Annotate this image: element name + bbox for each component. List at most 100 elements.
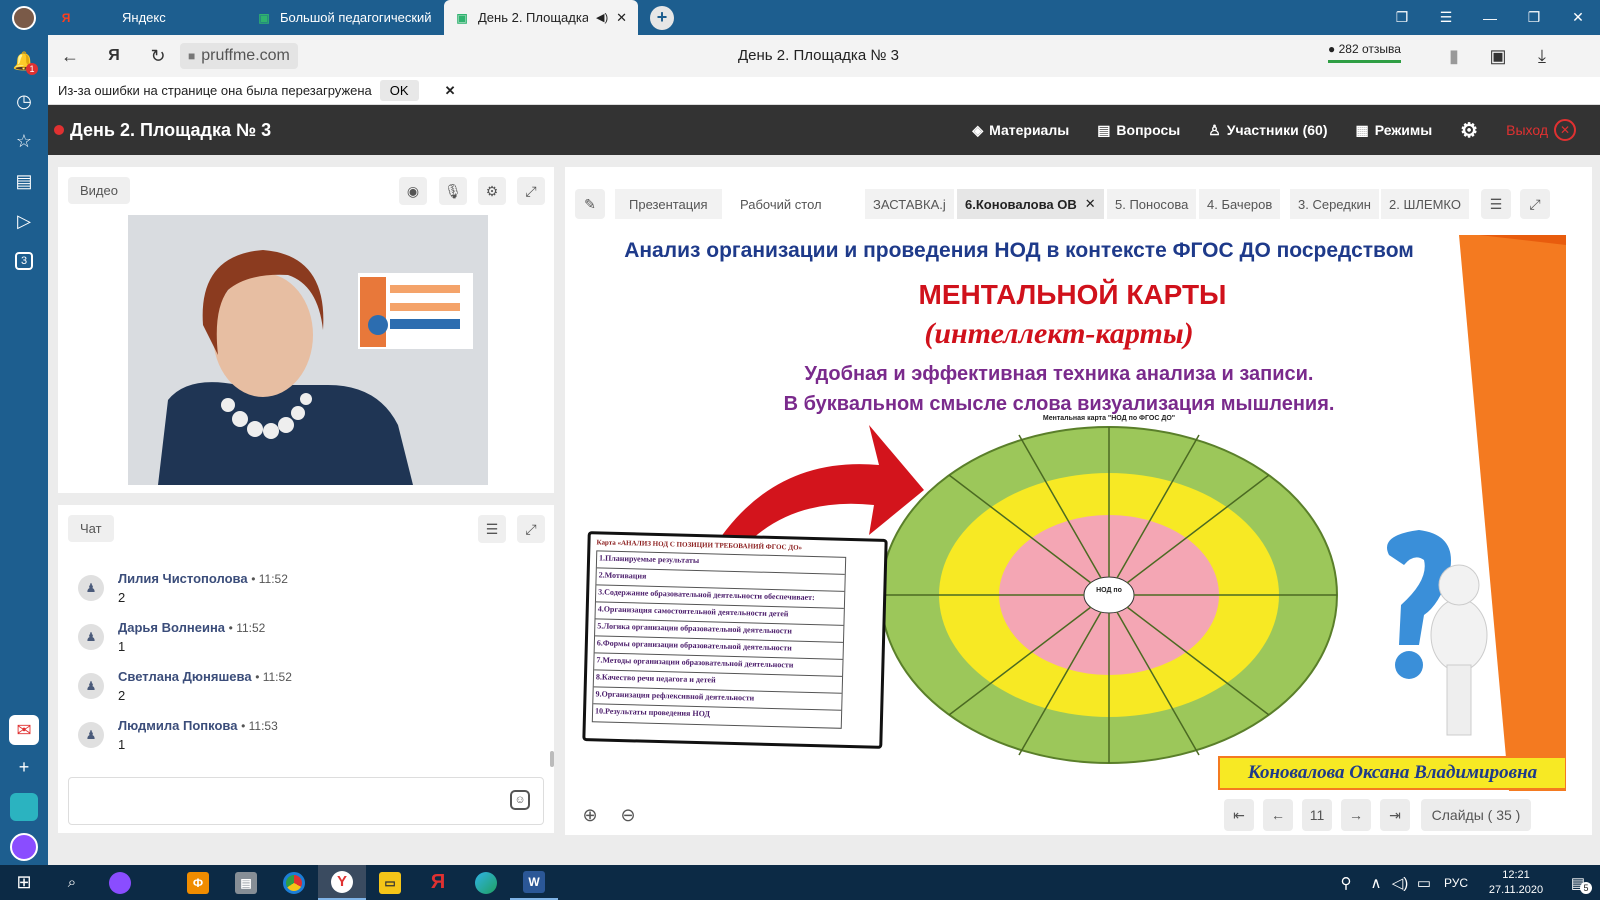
new-tab-button[interactable]: + [638,0,686,35]
volume-icon[interactable]: ◁) [1388,865,1412,900]
slides-count-button[interactable]: Слайды ( 35 ) [1421,799,1531,831]
search-icon[interactable]: ⌕ [48,865,96,900]
file-tab[interactable]: 4. Бачеров [1199,189,1281,219]
tab-current[interactable]: ▣ День 2. Площадка № ◀) ✕ [444,0,638,35]
prev-slide-icon[interactable]: ← [1263,799,1293,831]
slide: Анализ организации и проведения НОД в ко… [579,235,1566,791]
history-icon[interactable]: ◷ [8,83,40,119]
mind-map-center: НОД по [1096,587,1122,594]
collections-button-icon[interactable]: ▣ [1476,35,1520,77]
error-message: Из-за ошибки на странице она была переза… [58,83,372,98]
file-tab-active[interactable]: 6.Коновалова ОВ ✕ [957,189,1104,219]
tab-presentation[interactable]: Презентация [615,189,722,219]
back-icon[interactable]: ← [48,35,92,77]
user-avatar-icon: ♟ [78,673,104,699]
chrome-icon[interactable] [270,865,318,900]
expand-video-icon[interactable]: ⤢ [517,177,545,205]
file-explorer-icon[interactable]: ▭ [366,865,414,900]
modes-button[interactable]: ▦ Режимы [1356,122,1433,139]
exit-button[interactable]: Выход ✕ [1506,119,1576,141]
message-author[interactable]: Светлана Дюняшева [118,669,252,684]
yandex-browser-icon[interactable]: Y [318,865,366,900]
pen-icon[interactable]: ✎ [575,189,605,219]
chat-scrollbar[interactable] [550,751,554,767]
yandex-icon: Я [61,10,71,25]
notifications-icon[interactable]: ▤ 5 [1556,865,1600,900]
tab-yandex[interactable]: Я Яндекс [48,0,246,35]
zoom-out-icon[interactable]: ⊖ [613,799,643,831]
profile-avatar[interactable] [0,0,48,35]
participants-button[interactable]: ♙ Участники (60) [1208,122,1327,139]
collections-icon[interactable]: ▤ [8,163,40,199]
next-slide-icon[interactable]: → [1341,799,1371,831]
tab-desktop[interactable]: Рабочий стол [730,189,832,219]
tray-expand-icon[interactable]: ∧ [1364,865,1388,900]
language-indicator[interactable]: РУС [1436,865,1476,900]
menu-icon[interactable]: ☰ [1424,0,1468,35]
expand-presentation-icon[interactable]: ⤢ [1520,189,1550,219]
message-author[interactable]: Людмила Попкова [118,718,237,733]
tabs-icon[interactable]: ❐ [1380,0,1424,35]
message-text: 1 [118,639,126,654]
file-tab[interactable]: 3. Середкин [1290,189,1379,219]
add-icon[interactable]: + [8,749,40,785]
tab-pedagogical[interactable]: ▣ Большой педагогический [246,0,444,35]
video-settings-icon[interactable]: ⚙ [478,177,506,205]
sidebar-badge[interactable]: 3 [8,243,40,279]
alice-icon[interactable] [8,829,40,865]
file-menu-icon[interactable]: ☰ [1481,189,1511,219]
slide-title-line3: (интеллект-карты) [924,317,1194,350]
reviews-badge[interactable]: ● 282 отзыва [1328,42,1401,63]
last-slide-icon[interactable]: ⇥ [1380,799,1410,831]
ofd-app-icon[interactable]: Ф [174,865,222,900]
url-field[interactable]: ■ pruffme.com [180,43,298,69]
speaker-icon[interactable]: ◀) [596,11,608,24]
close-tab-icon[interactable]: ✕ [616,10,627,26]
message-text: 2 [118,590,126,605]
edge-icon[interactable] [462,865,510,900]
messenger-icon[interactable] [8,789,40,825]
chat-panel: Чат ☰ ⤢ ♟ Лилия Чистополова • 11:52 2 ♟ … [58,505,554,833]
microphone-icon[interactable]: 🎙 [439,177,467,205]
yandex-taskbar-icon[interactable]: Я [414,865,462,900]
notification-badge: 1 [26,63,38,75]
printer-app-icon[interactable]: ▤ [222,865,270,900]
clock[interactable]: 12:21 27.11.2020 [1476,868,1556,898]
file-tab[interactable]: 2. ШЛЕМКО [1381,189,1469,219]
play-icon[interactable]: ▷ [8,203,40,239]
materials-button[interactable]: ◈ Материалы [972,122,1069,139]
emoji-icon[interactable]: ☺ [510,790,530,810]
grid-icon: ▦ [1355,121,1369,138]
ok-button[interactable]: OK [379,80,419,101]
windows-start-icon[interactable]: ⊞ [0,865,48,900]
file-tab[interactable]: ЗАСТАВКА.j [865,189,954,219]
close-infobar-icon[interactable]: ✕ [445,83,456,99]
message-author[interactable]: Лилия Чистополова [118,571,248,586]
mail-icon[interactable]: ✉ [9,715,39,745]
yandex-home-icon[interactable]: Я [92,35,136,77]
expand-chat-icon[interactable]: ⤢ [517,515,545,543]
restore-icon[interactable]: ❐ [1512,0,1556,35]
minimize-icon[interactable]: — [1468,0,1512,35]
download-icon[interactable]: ⤓ [1520,35,1564,77]
bookmark-icon[interactable]: ▮ [1432,35,1476,77]
settings-icon[interactable]: ⚙ [1460,118,1478,143]
star-icon[interactable]: ☆ [8,123,40,159]
word-icon[interactable]: W [510,865,558,900]
chat-input[interactable] [68,777,544,825]
first-slide-icon[interactable]: ⇤ [1224,799,1254,831]
network-icon[interactable]: ▭ [1412,865,1436,900]
message-author[interactable]: Дарья Волнеина [118,620,225,635]
zoom-in-icon[interactable]: ⊕ [575,799,605,831]
people-icon[interactable]: ⚲ [1328,865,1364,900]
questions-button[interactable]: ▤ Вопросы [1097,122,1180,139]
reload-icon[interactable]: ↻ [136,35,180,77]
close-file-icon[interactable]: ✕ [1085,196,1096,212]
close-window-icon[interactable]: ✕ [1556,0,1600,35]
alice-taskbar-icon[interactable] [96,865,144,900]
chat-menu-icon[interactable]: ☰ [478,515,506,543]
camera-icon[interactable]: ◉ [399,177,427,205]
bell-icon[interactable]: 🔔 1 [8,43,40,79]
file-tab[interactable]: 5. Поносова [1107,189,1197,219]
slide-number-field[interactable]: 11 [1302,799,1332,831]
